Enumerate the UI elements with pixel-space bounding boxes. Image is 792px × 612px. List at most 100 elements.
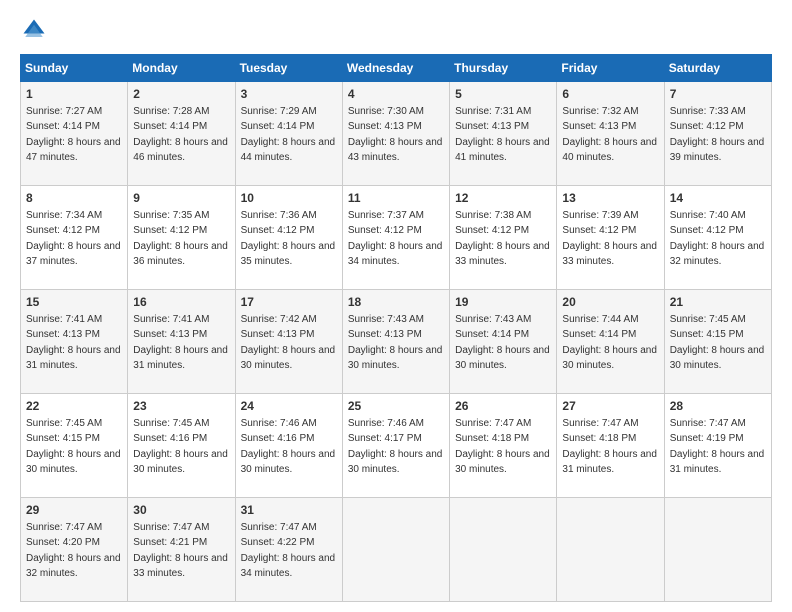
weekday-header: Tuesday — [235, 55, 342, 82]
calendar-cell: 3 Sunrise: 7:29 AMSunset: 4:14 PMDayligh… — [235, 82, 342, 186]
day-info: Sunrise: 7:41 AMSunset: 4:13 PMDaylight:… — [26, 314, 121, 372]
calendar-cell: 26 Sunrise: 7:47 AMSunset: 4:18 PMDaylig… — [450, 394, 557, 498]
calendar-cell: 19 Sunrise: 7:43 AMSunset: 4:14 PMDaylig… — [450, 290, 557, 394]
calendar-cell — [557, 498, 664, 602]
weekday-header: Sunday — [21, 55, 128, 82]
day-info: Sunrise: 7:46 AMSunset: 4:16 PMDaylight:… — [241, 418, 336, 476]
calendar-week: 22 Sunrise: 7:45 AMSunset: 4:15 PMDaylig… — [21, 394, 772, 498]
day-number: 1 — [26, 86, 122, 103]
day-number: 26 — [455, 398, 551, 415]
day-info: Sunrise: 7:36 AMSunset: 4:12 PMDaylight:… — [241, 210, 336, 268]
weekday-header: Wednesday — [342, 55, 449, 82]
calendar-cell: 20 Sunrise: 7:44 AMSunset: 4:14 PMDaylig… — [557, 290, 664, 394]
day-number: 18 — [348, 294, 444, 311]
logo — [20, 16, 52, 44]
day-number: 16 — [133, 294, 229, 311]
day-number: 4 — [348, 86, 444, 103]
day-number: 19 — [455, 294, 551, 311]
calendar-cell: 30 Sunrise: 7:47 AMSunset: 4:21 PMDaylig… — [128, 498, 235, 602]
day-info: Sunrise: 7:47 AMSunset: 4:18 PMDaylight:… — [562, 418, 657, 476]
day-number: 6 — [562, 86, 658, 103]
calendar-cell: 29 Sunrise: 7:47 AMSunset: 4:20 PMDaylig… — [21, 498, 128, 602]
calendar-week: 29 Sunrise: 7:47 AMSunset: 4:20 PMDaylig… — [21, 498, 772, 602]
day-number: 25 — [348, 398, 444, 415]
day-info: Sunrise: 7:33 AMSunset: 4:12 PMDaylight:… — [670, 106, 765, 164]
calendar-cell: 21 Sunrise: 7:45 AMSunset: 4:15 PMDaylig… — [664, 290, 771, 394]
header — [20, 16, 772, 44]
day-number: 27 — [562, 398, 658, 415]
calendar-cell: 27 Sunrise: 7:47 AMSunset: 4:18 PMDaylig… — [557, 394, 664, 498]
day-info: Sunrise: 7:40 AMSunset: 4:12 PMDaylight:… — [670, 210, 765, 268]
day-info: Sunrise: 7:47 AMSunset: 4:22 PMDaylight:… — [241, 522, 336, 580]
calendar-cell: 23 Sunrise: 7:45 AMSunset: 4:16 PMDaylig… — [128, 394, 235, 498]
day-number: 10 — [241, 190, 337, 207]
calendar-cell: 10 Sunrise: 7:36 AMSunset: 4:12 PMDaylig… — [235, 186, 342, 290]
day-info: Sunrise: 7:43 AMSunset: 4:14 PMDaylight:… — [455, 314, 550, 372]
calendar-week: 1 Sunrise: 7:27 AMSunset: 4:14 PMDayligh… — [21, 82, 772, 186]
day-info: Sunrise: 7:41 AMSunset: 4:13 PMDaylight:… — [133, 314, 228, 372]
calendar-cell: 8 Sunrise: 7:34 AMSunset: 4:12 PMDayligh… — [21, 186, 128, 290]
day-number: 21 — [670, 294, 766, 311]
day-info: Sunrise: 7:45 AMSunset: 4:15 PMDaylight:… — [26, 418, 121, 476]
weekday-header: Friday — [557, 55, 664, 82]
calendar-cell: 18 Sunrise: 7:43 AMSunset: 4:13 PMDaylig… — [342, 290, 449, 394]
calendar-cell: 11 Sunrise: 7:37 AMSunset: 4:12 PMDaylig… — [342, 186, 449, 290]
calendar-cell: 15 Sunrise: 7:41 AMSunset: 4:13 PMDaylig… — [21, 290, 128, 394]
day-info: Sunrise: 7:37 AMSunset: 4:12 PMDaylight:… — [348, 210, 443, 268]
calendar-cell: 4 Sunrise: 7:30 AMSunset: 4:13 PMDayligh… — [342, 82, 449, 186]
header-row: SundayMondayTuesdayWednesdayThursdayFrid… — [21, 55, 772, 82]
calendar-cell: 28 Sunrise: 7:47 AMSunset: 4:19 PMDaylig… — [664, 394, 771, 498]
page: SundayMondayTuesdayWednesdayThursdayFrid… — [0, 0, 792, 612]
calendar-cell: 31 Sunrise: 7:47 AMSunset: 4:22 PMDaylig… — [235, 498, 342, 602]
day-number: 24 — [241, 398, 337, 415]
day-number: 22 — [26, 398, 122, 415]
calendar-cell — [664, 498, 771, 602]
calendar-cell: 16 Sunrise: 7:41 AMSunset: 4:13 PMDaylig… — [128, 290, 235, 394]
day-info: Sunrise: 7:45 AMSunset: 4:16 PMDaylight:… — [133, 418, 228, 476]
weekday-header: Saturday — [664, 55, 771, 82]
logo-icon — [20, 16, 48, 44]
day-info: Sunrise: 7:47 AMSunset: 4:19 PMDaylight:… — [670, 418, 765, 476]
day-info: Sunrise: 7:43 AMSunset: 4:13 PMDaylight:… — [348, 314, 443, 372]
day-info: Sunrise: 7:45 AMSunset: 4:15 PMDaylight:… — [670, 314, 765, 372]
day-info: Sunrise: 7:46 AMSunset: 4:17 PMDaylight:… — [348, 418, 443, 476]
weekday-header: Thursday — [450, 55, 557, 82]
calendar-table: SundayMondayTuesdayWednesdayThursdayFrid… — [20, 54, 772, 602]
calendar-week: 15 Sunrise: 7:41 AMSunset: 4:13 PMDaylig… — [21, 290, 772, 394]
day-info: Sunrise: 7:47 AMSunset: 4:18 PMDaylight:… — [455, 418, 550, 476]
day-number: 17 — [241, 294, 337, 311]
day-info: Sunrise: 7:28 AMSunset: 4:14 PMDaylight:… — [133, 106, 228, 164]
calendar-week: 8 Sunrise: 7:34 AMSunset: 4:12 PMDayligh… — [21, 186, 772, 290]
calendar-cell: 2 Sunrise: 7:28 AMSunset: 4:14 PMDayligh… — [128, 82, 235, 186]
day-number: 29 — [26, 502, 122, 519]
calendar-cell: 9 Sunrise: 7:35 AMSunset: 4:12 PMDayligh… — [128, 186, 235, 290]
day-number: 9 — [133, 190, 229, 207]
calendar-cell: 14 Sunrise: 7:40 AMSunset: 4:12 PMDaylig… — [664, 186, 771, 290]
day-number: 15 — [26, 294, 122, 311]
day-number: 12 — [455, 190, 551, 207]
day-number: 8 — [26, 190, 122, 207]
day-info: Sunrise: 7:30 AMSunset: 4:13 PMDaylight:… — [348, 106, 443, 164]
day-info: Sunrise: 7:27 AMSunset: 4:14 PMDaylight:… — [26, 106, 121, 164]
day-info: Sunrise: 7:31 AMSunset: 4:13 PMDaylight:… — [455, 106, 550, 164]
day-number: 13 — [562, 190, 658, 207]
day-info: Sunrise: 7:42 AMSunset: 4:13 PMDaylight:… — [241, 314, 336, 372]
day-number: 2 — [133, 86, 229, 103]
calendar-cell: 22 Sunrise: 7:45 AMSunset: 4:15 PMDaylig… — [21, 394, 128, 498]
day-info: Sunrise: 7:29 AMSunset: 4:14 PMDaylight:… — [241, 106, 336, 164]
day-number: 5 — [455, 86, 551, 103]
calendar-cell: 6 Sunrise: 7:32 AMSunset: 4:13 PMDayligh… — [557, 82, 664, 186]
calendar-cell: 12 Sunrise: 7:38 AMSunset: 4:12 PMDaylig… — [450, 186, 557, 290]
day-number: 11 — [348, 190, 444, 207]
day-info: Sunrise: 7:44 AMSunset: 4:14 PMDaylight:… — [562, 314, 657, 372]
calendar-cell: 17 Sunrise: 7:42 AMSunset: 4:13 PMDaylig… — [235, 290, 342, 394]
calendar-cell: 25 Sunrise: 7:46 AMSunset: 4:17 PMDaylig… — [342, 394, 449, 498]
day-info: Sunrise: 7:35 AMSunset: 4:12 PMDaylight:… — [133, 210, 228, 268]
day-info: Sunrise: 7:38 AMSunset: 4:12 PMDaylight:… — [455, 210, 550, 268]
calendar-cell — [342, 498, 449, 602]
day-number: 20 — [562, 294, 658, 311]
calendar-cell: 7 Sunrise: 7:33 AMSunset: 4:12 PMDayligh… — [664, 82, 771, 186]
weekday-header: Monday — [128, 55, 235, 82]
day-info: Sunrise: 7:32 AMSunset: 4:13 PMDaylight:… — [562, 106, 657, 164]
day-number: 28 — [670, 398, 766, 415]
